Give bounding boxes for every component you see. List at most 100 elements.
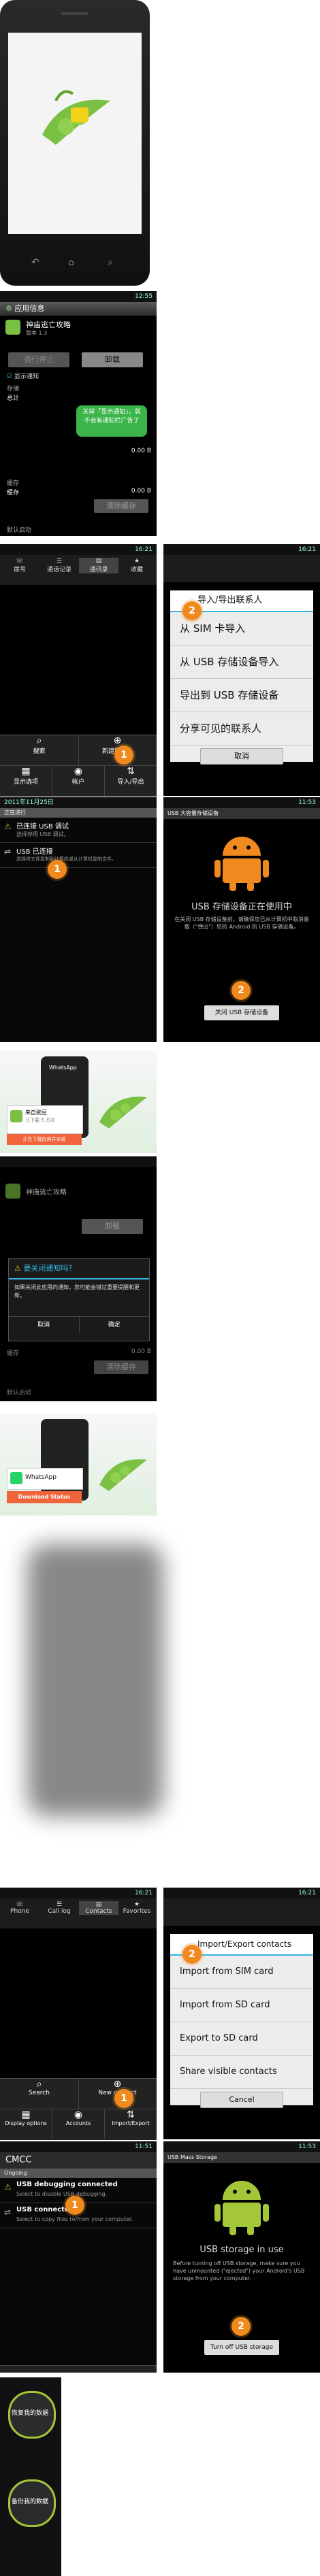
import-export-dialog-screen-en: 16:21 Import/Export contacts Import from… [163,1888,320,2139]
menu-label: 帐户 [71,779,84,786]
menu-import-export[interactable]: ⇅ Import/Export [105,2109,157,2139]
usb-debug-icon: ⚠ [4,2182,12,2192]
backup-bubble[interactable]: 备份我的数据 [8,2479,56,2527]
phone-icon: ☏ [16,558,24,565]
show-notifications-label: 显示通知 [14,373,39,380]
import-export-icon: ⇅ [127,766,135,777]
storage-header: 存储 [7,386,20,392]
status-bar: 11:53 [163,797,320,808]
option-export-usb[interactable]: 导出到 USB 存储设备 [170,679,313,712]
contacts-menu-screen-en: 16:21 ☏ Phone ☰ Call log ▤ Contacts ★ Favorites… [0,1888,157,2140]
blurred-image [27,1544,163,1816]
step-badge: 2 [231,981,251,1000]
cancel-button[interactable]: 取消 [9,1317,80,1333]
clear-cache-button[interactable]: 清除缓存 [94,499,148,513]
ok-button[interactable]: 确定 [80,1317,150,1333]
tab-call-log[interactable]: ☰ 通话记录 [39,558,79,573]
menu-display-options[interactable]: ▦ Display options [0,2109,52,2139]
tab-contacts[interactable]: ▤ Contacts [79,1901,118,1915]
menu-search[interactable]: ⌕ Search [0,2079,79,2109]
menu-import-export[interactable]: ⇅ 导入/导出 [105,766,157,796]
option-share-visible[interactable]: Share visible contacts [170,2056,313,2089]
tab-phone[interactable]: ☏ Phone [0,1901,39,1915]
option-import-usb[interactable]: 从 USB 存储设备导入 [170,646,313,679]
android-usb-orange-icon [214,837,269,891]
cache-header: 缓存 [7,480,20,487]
promo-app-title: 来自豌豆 [25,1109,47,1116]
import-export-icon: ⇅ [127,2109,135,2120]
dialog-footer: Cancel [170,2089,313,2109]
step-badge: 2 [182,1945,202,1964]
notification-usb-connected[interactable]: ⇌ USB 已连接 选择将文件复制到计算机或从计算机复制文件。 [0,843,157,868]
app-info-title-bar: ⚙ 应用信息 [0,302,157,316]
pea-pod-logo-icon [99,1459,147,1491]
step-badge: 1 [114,746,133,765]
menu-label: 搜索 [33,748,46,755]
menu-accounts[interactable]: ◉ 帐户 [52,766,105,796]
usb-description: Before turning off USB storage, make sur… [173,2260,305,2281]
uninstall-button[interactable]: 卸载 [82,352,143,367]
usb-icon: ⇌ [4,2207,12,2217]
restore-bubble[interactable]: 恢复我的数据 [8,2391,56,2439]
turn-off-usb-button[interactable]: 关闭 USB 存储设备 [204,1005,279,1020]
menu-display-options[interactable]: ▦ 显示选项 [0,766,52,796]
notif-title: USB 已连接 [16,848,53,856]
promo-banner-cn: WhatsApp 来自豌豆 已下载 5 万次 正在下载应用并安装 [0,1051,157,1153]
step-badge: 1 [65,2196,84,2215]
promo-banner-en: WhatsApp Download Status [0,1414,157,1516]
status-bar: 16:21 [163,544,320,555]
option-import-sd[interactable]: Import from SD card [170,1989,313,2022]
contacts-icon: ▤ [95,558,102,565]
tab-contacts[interactable]: ▤ 通讯录 [79,558,118,573]
total-value: 0.00 B [131,448,151,454]
notif-title: USB debugging connected [16,2181,118,2188]
menu-search[interactable]: ⌕ 搜索 [0,735,79,766]
status-date: 2011年11月25日 [4,799,54,806]
turn-off-usb-button[interactable]: Turn off USB storage [204,2340,279,2355]
display-options-icon: ▦ [21,2109,31,2120]
tab-call-log[interactable]: ☰ Call log [39,1901,79,1915]
tab-phone[interactable]: ☏ 拨号 [0,558,39,573]
clear-cache-button[interactable]: 清除缓存 [94,1360,148,1374]
force-stop-button[interactable]: 强行停止 [8,352,69,367]
cancel-button[interactable]: 取消 [200,748,283,765]
call-log-icon: ☰ [56,558,63,565]
disable-notify-dialog: ⚠ 要关闭通知吗？ 如果关闭此应用的通知，您可能会错过重要提醒和更新。 取消 确… [8,1258,150,1341]
tab-bar [163,555,320,582]
menu-accounts[interactable]: ◉ Accounts [52,2109,105,2139]
tab-bar: ☏ Phone ☰ Call log ▤ Contacts ★ Favorites [0,1898,157,1928]
usb-title-bar: USB 大容量存储设备 [163,808,320,819]
promo-app-sub: 已下载 5 万次 [25,1118,55,1123]
pea-pod-app-icon [42,90,110,145]
status-time: 11:51 [135,2143,153,2150]
show-notifications-checkbox[interactable]: ☑ 显示通知 [7,371,39,380]
notification-usb-debug[interactable]: ⚠ 已连接 USB 调试 选择停用 USB 调试。 [0,818,157,843]
add-contact-icon: ⊕ [113,735,122,746]
uninstall-button[interactable]: 卸载 [82,1219,143,1234]
drag-handle[interactable] [0,2365,157,2373]
dialog-footer: 取消 [170,746,313,766]
notif-sub: 选择停用 USB 调试。 [16,831,69,837]
home-key[interactable]: ⌂ [68,257,74,268]
option-export-sd[interactable]: Export to SD card [170,2022,313,2056]
step-badge: 2 [182,601,202,620]
promo-download-status[interactable]: Download Status [7,1491,82,1503]
tab-label: Phone [10,1908,29,1915]
status-time: 16:21 [135,1890,153,1896]
cache-value: 0.00 B [131,1348,151,1355]
tab-favorites[interactable]: ★ 收藏 [118,558,155,573]
app-name: 神庙逃亡攻略 [26,320,71,329]
status-time: 11:53 [298,2143,316,2150]
cancel-button[interactable]: Cancel [200,2092,283,2108]
tab-label: 收藏 [130,567,143,573]
dialog-title-text: 要关闭通知吗？ [23,1264,76,1273]
promo-download-status[interactable]: 正在下载应用并安装 [7,1134,82,1145]
option-share-visible[interactable]: 分享可见的联系人 [170,712,313,746]
status-time: 11:53 [298,799,316,806]
carrier-header: CMCC [0,2152,157,2169]
tab-label: Contacts [85,1908,112,1915]
back-key[interactable]: ↶ [31,257,39,268]
tab-favorites[interactable]: ★ Favorites [118,1901,155,1915]
search-key[interactable]: ⌕ [108,257,113,268]
search-icon: ⌕ [36,735,42,746]
